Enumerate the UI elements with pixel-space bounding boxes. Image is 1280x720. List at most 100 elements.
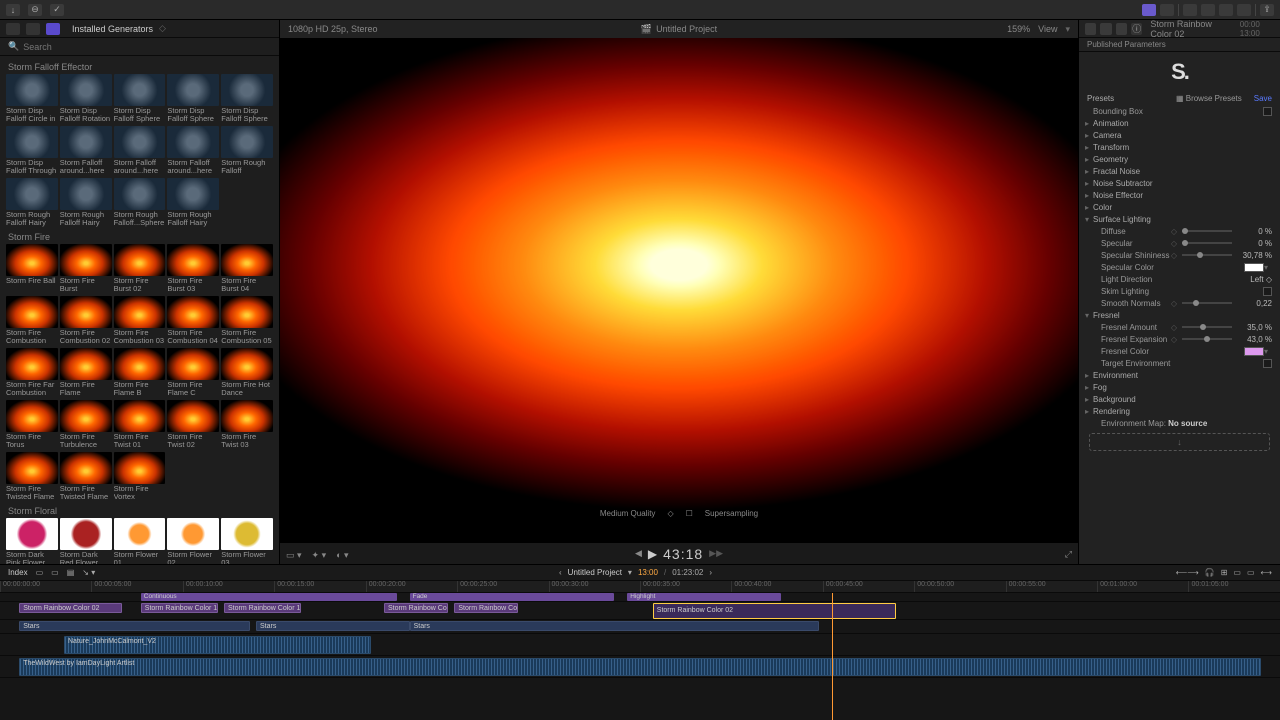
param-row[interactable]: Fresnel Color▾ [1079,345,1280,357]
tl-audio-skim-icon[interactable]: 🎧 [1205,568,1215,577]
generator-thumb[interactable]: Storm Fire Ball [6,244,58,294]
generator-thumb[interactable]: Storm Rough Falloff Hairy Torus [167,178,219,228]
param-row[interactable]: Skim Lighting [1079,285,1280,297]
generator-thumb[interactable]: Storm Fire Combustion 04 [167,296,219,346]
param-row[interactable]: ▸Transform [1079,141,1280,153]
storyline-label[interactable]: Fade [410,593,615,601]
search-input[interactable] [23,42,271,52]
param-row[interactable]: Bounding Box [1079,105,1280,117]
param-row[interactable]: Target Environment [1079,357,1280,369]
timeline-clip[interactable]: Stars [256,621,410,631]
tl-solo-icon[interactable]: ▭ [1233,568,1241,577]
parameter-list[interactable]: Bounding Box▸Animation▸Camera▸Transform▸… [1079,105,1280,564]
param-row[interactable]: ▸Fog [1079,381,1280,393]
generator-thumb[interactable]: Storm Disp Falloff Through Plane [6,126,58,176]
enhance-tool-icon[interactable]: ◐ ▾ [336,550,348,561]
tl-zoom-icon[interactable]: ⟷ [1261,568,1272,577]
param-row[interactable]: ▸Geometry [1079,153,1280,165]
timeline-clip[interactable]: Storm Rainbow Color 08 [454,603,518,613]
index-button[interactable]: Index [8,568,28,577]
generator-thumb[interactable]: Storm Fire Burst 04 [221,244,273,294]
playhead-line[interactable] [832,593,833,720]
generator-thumb[interactable]: Storm Fire Burst [60,244,112,294]
generator-thumb[interactable]: Storm Fire Far Combustion [6,348,58,398]
param-row[interactable]: Diffuse◇0 % [1079,225,1280,237]
fullscreen-icon[interactable]: ⤢ [1065,549,1072,560]
supersampling-label[interactable]: Supersampling [705,509,758,518]
tl-skimming-icon[interactable]: ⟵⟶ [1176,568,1199,577]
timeline-clip[interactable]: Storm Rainbow Color 03 [384,603,448,613]
play-icon[interactable]: ▶ [648,547,657,561]
timeline-clip[interactable]: Stars [410,621,820,631]
param-row[interactable]: Specular Shininess◇30,78 % [1079,249,1280,261]
param-row[interactable]: ▸Noise Effector [1079,189,1280,201]
quality-label[interactable]: Medium Quality [600,509,656,518]
generator-thumb[interactable]: Storm Fire Twist 02 [167,400,219,450]
keyword-icon[interactable]: ⊖ [28,4,42,16]
panel-icon-4[interactable] [1237,4,1251,16]
generator-thumb[interactable]: Storm Fire Hot Dance [221,348,273,398]
generator-thumb[interactable]: Storm Dark Red Flower [60,518,112,564]
generator-thumb[interactable]: Storm Fire Combustion 02 [60,296,112,346]
browse-presets-button[interactable]: ▦ Browse Presets [1176,94,1242,103]
storyline-label[interactable]: Highlight [627,593,781,601]
param-row[interactable]: ▾Surface Lighting [1079,213,1280,225]
param-row[interactable]: Specular◇0 % [1079,237,1280,249]
generator-thumb[interactable]: Storm Dark Pink Flower [6,518,58,564]
tl-next-icon[interactable]: › [709,568,712,577]
audio-clip[interactable]: TheWildWest by IamDayLight Artlist [19,658,1261,676]
param-row[interactable]: ▾Fresnel [1079,309,1280,321]
tl-tool-3-icon[interactable]: ▤ [67,568,75,577]
generator-thumb[interactable]: Storm Disp Falloff Rotation [60,74,112,124]
generator-thumb[interactable]: Storm Fire Flame B [114,348,166,398]
next-frame-icon[interactable]: ▶▶ [709,548,723,559]
insp-tab-info-icon[interactable]: ⓘ [1131,23,1142,35]
transform-tool-icon[interactable]: ▭ ▾ [286,550,302,561]
param-row[interactable]: ▸Color [1079,201,1280,213]
param-row[interactable]: ▸Noise Subtractor [1079,177,1280,189]
insp-tab-audio-icon[interactable] [1116,23,1127,35]
generator-thumb[interactable]: Storm Disp Falloff Circle in a Plane [6,74,58,124]
panel-icon-1[interactable] [1183,4,1197,16]
save-preset-button[interactable]: Save [1254,94,1272,103]
generator-thumb[interactable]: Storm Fire Combustion 05 [221,296,273,346]
generator-thumb[interactable]: Storm Fire Twist 01 [114,400,166,450]
prev-frame-icon[interactable]: ◀ [635,548,642,559]
generator-thumb[interactable]: Storm Rough Falloff a...sphere [221,126,273,176]
param-row[interactable]: Smooth Normals◇0,22 [1079,297,1280,309]
param-row[interactable]: Specular Color▾ [1079,261,1280,273]
generator-thumb[interactable]: Storm Fire Twisted Flame 02 [60,452,112,502]
generator-thumb[interactable]: Storm Fire Combustion 03 [114,296,166,346]
timeline-clip[interactable]: Storm Rainbow Color 02 [19,603,121,613]
layout-icon-1[interactable] [1142,4,1156,16]
generator-thumb[interactable]: Storm Flower 02 [167,518,219,564]
timeline-clip[interactable]: Storm Rainbow Color 17 [224,603,301,613]
generator-thumb[interactable]: Storm Fire Vortex Combustion [114,452,166,502]
crop-tool-icon[interactable]: ✦ ▾ [312,550,327,561]
timeline-clip[interactable]: Storm Rainbow Color 02 [653,603,896,619]
generator-thumb[interactable]: Storm Fire Torus Combustion [6,400,58,450]
viewer-canvas[interactable]: Medium Quality◇ ☐Supersampling [280,38,1078,542]
generator-thumb[interactable]: Storm Fire Combustion [6,296,58,346]
audio-clip[interactable]: Nature_JohnMcCalmont_V2 [64,636,371,654]
param-row[interactable]: ▸Background [1079,393,1280,405]
share-icon[interactable]: ⇪ [1260,4,1274,16]
param-row[interactable]: Fresnel Expansion◇43,0 % [1079,333,1280,345]
generator-thumb[interactable]: Storm Falloff around...here 04 [167,126,219,176]
env-drop-well[interactable]: ↓ [1089,433,1270,451]
generator-thumb[interactable]: Storm Disp Falloff Sphere in a Plane [114,74,166,124]
browser-dropdown[interactable]: Installed Generators [72,24,153,34]
check-icon[interactable]: ✓ [50,4,64,16]
generator-thumb[interactable]: Storm Fire Burst 02 [114,244,166,294]
panel-icon-2[interactable] [1201,4,1215,16]
generator-thumb[interactable]: Storm Fire Flame C [167,348,219,398]
param-row[interactable]: ▸Rendering [1079,405,1280,417]
tl-tool-2-icon[interactable]: ▭ [51,568,59,577]
param-row[interactable]: ▸Camera [1079,129,1280,141]
generator-thumb[interactable]: Storm Fire Turbulence [60,400,112,450]
layout-icon-2[interactable] [1160,4,1174,16]
generator-thumb[interactable]: Storm Disp Falloff Sphere Out [167,74,219,124]
tl-snap-icon[interactable]: ⊞ [1221,568,1228,577]
param-row[interactable]: ▸Environment [1079,369,1280,381]
tl-tool-1-icon[interactable]: ▭ [36,568,44,577]
